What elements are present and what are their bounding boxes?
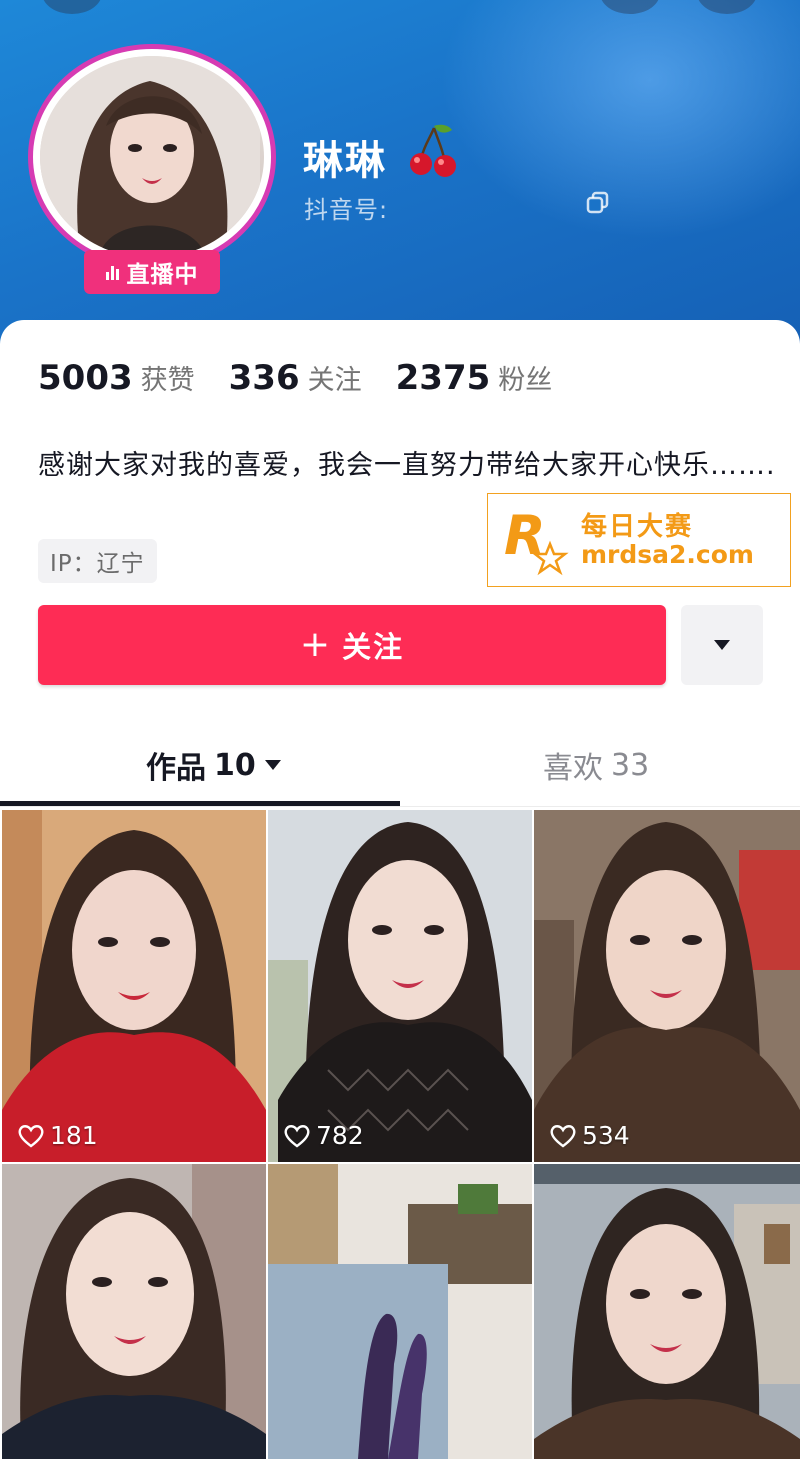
avatar-image xyxy=(40,56,264,258)
cherry-icon xyxy=(410,124,456,177)
douyin-id-label: 抖音号: xyxy=(304,196,389,224)
followers-count[interactable]: 2375 xyxy=(396,358,491,398)
followers-label[interactable]: 粉丝 xyxy=(498,358,552,397)
header-glow xyxy=(440,0,800,240)
tab-likes[interactable]: 喜欢 33 xyxy=(543,740,649,790)
live-label: 直播中 xyxy=(126,262,199,288)
following-count[interactable]: 336 xyxy=(229,358,300,398)
video-likes-count: 181 xyxy=(50,1121,98,1150)
back-button[interactable] xyxy=(42,0,102,14)
live-bars-icon xyxy=(105,264,119,280)
heart-outline-icon xyxy=(18,1124,44,1147)
bio-text: 感谢大家对我的喜爱，我会一直努力带给大家开心快乐……. xyxy=(38,450,776,481)
triangle-down-icon xyxy=(714,640,730,650)
video-thumbnail[interactable] xyxy=(268,1164,532,1459)
avatar-portrait xyxy=(40,56,260,254)
copy-icon[interactable] xyxy=(585,190,611,216)
watermark-title: 每日大赛 xyxy=(581,512,694,542)
video-likes-count: 534 xyxy=(582,1121,630,1150)
video-likes: 534 xyxy=(550,1121,630,1150)
video-thumbnail-image xyxy=(268,1164,532,1459)
profile-name: 琳琳 xyxy=(303,138,387,184)
tab-likes-count: 33 xyxy=(611,747,650,783)
more-options-button[interactable] xyxy=(681,605,763,685)
video-thumbnail-image xyxy=(534,1164,800,1459)
video-grid: 181 782 534 xyxy=(0,810,800,1459)
video-thumbnail[interactable] xyxy=(2,1164,266,1459)
watermark-logo: R xyxy=(504,504,569,576)
tab-works-count: 10 xyxy=(214,747,256,783)
video-thumbnail-image xyxy=(2,1164,266,1459)
video-likes: 181 xyxy=(18,1121,98,1150)
watermark-url: mrdsa2.com xyxy=(581,540,754,569)
watermark: R 每日大赛 mrdsa2.com xyxy=(487,493,791,587)
likes-count[interactable]: 5003 xyxy=(38,358,133,398)
heart-outline-icon xyxy=(550,1124,576,1147)
video-thumbnail-image xyxy=(268,810,532,1162)
video-likes-count: 782 xyxy=(316,1121,364,1150)
tab-works-label: 作品 xyxy=(146,751,206,786)
video-likes: 782 xyxy=(284,1121,364,1150)
video-thumbnail-image xyxy=(534,810,800,1162)
video-thumbnail[interactable]: 782 xyxy=(268,810,532,1162)
following-label[interactable]: 关注 xyxy=(308,358,362,397)
plus-icon: + xyxy=(299,624,333,665)
video-thumbnail[interactable]: 534 xyxy=(534,810,800,1162)
heart-outline-icon xyxy=(284,1124,310,1147)
likes-label[interactable]: 获赞 xyxy=(141,358,195,397)
tab-works[interactable]: 作品 10 xyxy=(146,740,282,790)
ip-location-tag: IP：辽宁 xyxy=(38,539,157,583)
stats-row: 5003 获赞 336 关注 2375 粉丝 xyxy=(38,358,586,398)
tab-divider xyxy=(0,806,800,807)
follow-label: 关注 xyxy=(342,630,405,664)
avatar[interactable] xyxy=(28,44,276,270)
tab-likes-label: 喜欢 xyxy=(543,751,603,786)
dropdown-triangle-icon xyxy=(264,760,281,770)
video-thumbnail[interactable] xyxy=(534,1164,800,1459)
video-thumbnail-image xyxy=(2,810,266,1162)
video-thumbnail[interactable]: 181 xyxy=(2,810,266,1162)
live-badge[interactable]: 直播中 xyxy=(84,250,220,294)
profile-header: 直播中 琳琳 抖音号: xyxy=(0,0,800,350)
follow-button[interactable]: + 关注 xyxy=(38,605,666,685)
